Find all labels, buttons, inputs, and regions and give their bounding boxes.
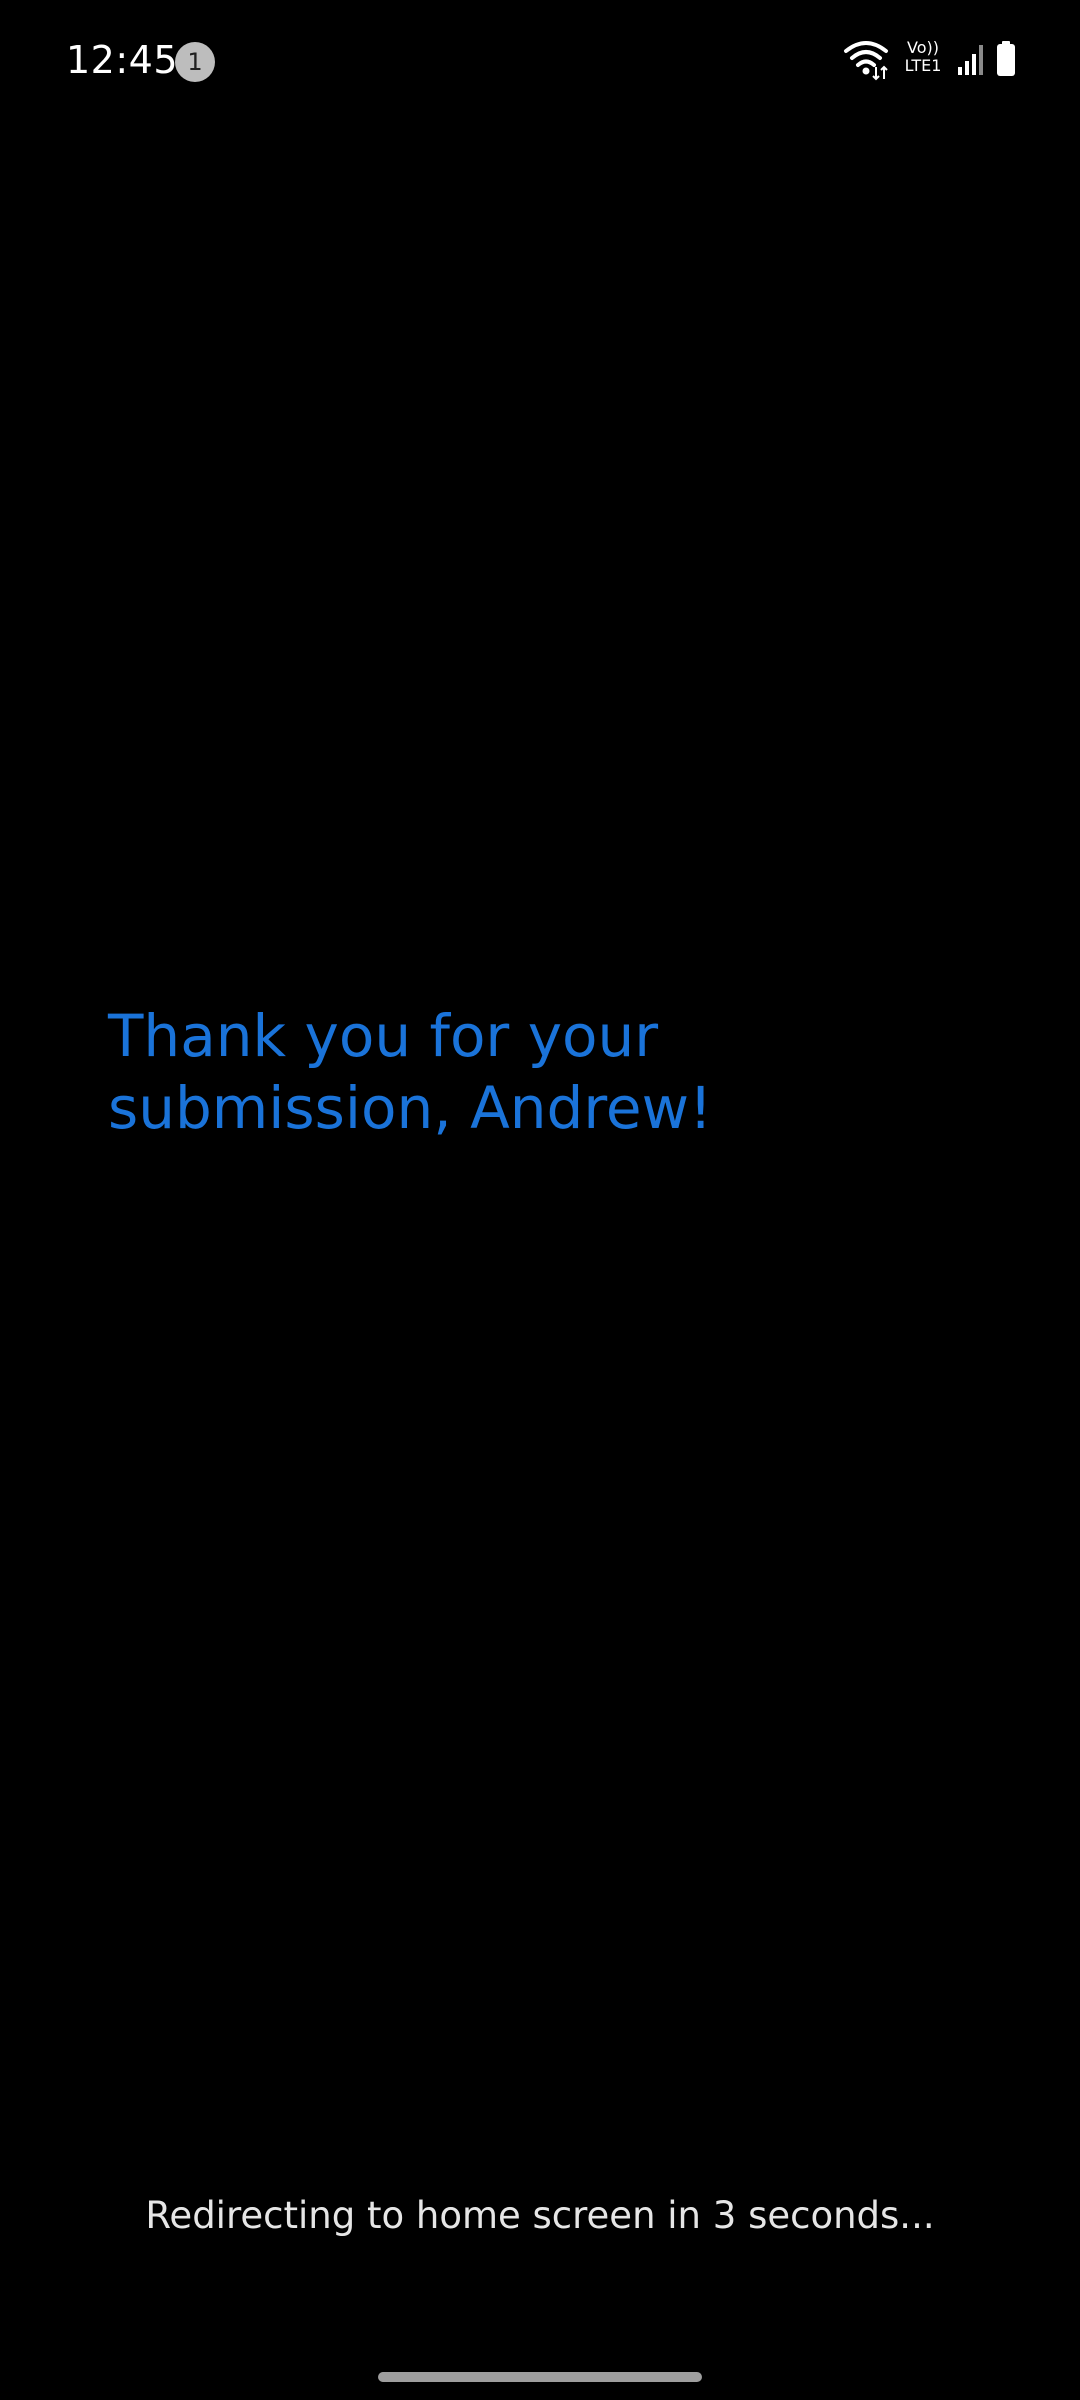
notification-count-badge: 1 [175,42,215,82]
status-bar: 12:45 1 Vo)) LTE1 [0,0,1080,120]
wifi-icon [842,37,890,85]
redirect-countdown-text: Redirecting to home screen in 3 seconds.… [145,2194,935,2237]
battery-icon [994,39,1018,83]
volte-lte-icon: Vo)) LTE1 [898,39,948,83]
status-icons: Vo)) LTE1 [842,36,1018,86]
home-gesture-bar[interactable] [378,2372,702,2382]
volte-bottom-label: LTE1 [904,56,942,75]
volte-top-label: Vo)) [907,38,939,57]
thank-you-message: Thank you for your submission, Andrew! [108,1002,713,1142]
status-time: 12:45 [66,38,179,82]
signal-icon [956,41,986,81]
